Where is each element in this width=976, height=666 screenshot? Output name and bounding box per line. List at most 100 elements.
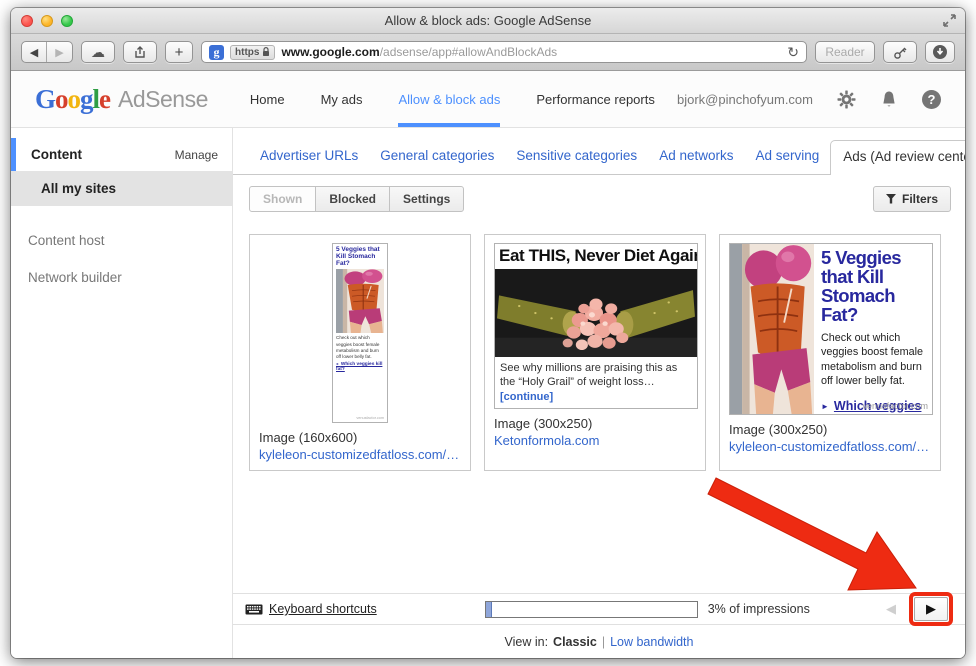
ad-text-column: 5 Veggies that Kill Stomach Fat? Check o… (814, 244, 932, 414)
blocked-toggle[interactable]: Blocked (315, 186, 390, 212)
logo-letter: e (99, 84, 110, 114)
logo-letter: o (55, 84, 68, 114)
site-favicon: g (209, 45, 224, 60)
filters-label: Filters (902, 192, 938, 206)
fullscreen-icon[interactable] (942, 13, 957, 28)
forward-button[interactable]: ▶ (47, 42, 72, 62)
new-tab-button[interactable]: + (165, 41, 193, 63)
ad-destination-link[interactable]: Ketonformola.com (494, 433, 696, 448)
ad-title: 5 Veggies that Kill Stomach Fat? (821, 249, 925, 324)
back-button[interactable]: ◀ (22, 42, 47, 62)
tab-ads-ad-review-center[interactable]: Ads (Ad review center) (830, 140, 965, 175)
tab-bar: Advertiser URLs General categories Sensi… (233, 128, 965, 175)
adsense-brand[interactable]: Google AdSense (35, 71, 208, 127)
logo-letter: g (80, 84, 93, 114)
url-domain: www.google.com (281, 45, 379, 59)
ad-caption: Image (300x250) Ketonformola.com (494, 416, 696, 448)
https-label: https (235, 47, 259, 58)
impressions-progress-bar (485, 601, 698, 618)
address-bar[interactable]: g https www.google.com/adsense/app#allow… (201, 41, 807, 63)
share-button[interactable] (123, 41, 157, 63)
help-button[interactable]: ? (922, 90, 941, 109)
ad-destination-link[interactable]: kyleleon-customizedfatloss.com/… (729, 439, 931, 454)
tab-ad-networks[interactable]: Ad networks (648, 140, 744, 174)
view-toggle-group: Shown Blocked Settings (249, 186, 464, 212)
manage-link[interactable]: Manage (175, 148, 218, 162)
google-logo: Google (35, 84, 110, 115)
nav-allow-block-ads[interactable]: Allow & block ads (398, 71, 500, 127)
ad-creative-rectangle: Eat THIS, Never Diet Again (494, 243, 698, 409)
status-bar: Keyboard shortcuts 3% of impressions ◀ ▶ (233, 593, 965, 624)
tab-sensitive-categories[interactable]: Sensitive categories (505, 140, 648, 174)
reload-button[interactable]: ↻ (787, 44, 799, 61)
nav-home[interactable]: Home (250, 71, 285, 127)
ad-card[interactable]: 5 Veggies that Kill Stomach Fat? (249, 234, 471, 471)
ad-card[interactable]: 5 Veggies that Kill Stomach Fat? Check o… (719, 234, 941, 471)
downloads-button[interactable] (925, 41, 955, 63)
minimize-window-button[interactable] (41, 15, 53, 27)
settings-button[interactable] (837, 90, 856, 109)
url-path: /adsense/app#allowAndBlockAds (380, 45, 557, 59)
logo-letter: G (35, 84, 55, 114)
tab-ad-serving[interactable]: Ad serving (744, 140, 830, 174)
ad-caption: Image (160x600) kyleleon-customizedfatlo… (259, 430, 461, 462)
tab-general-categories[interactable]: General categories (369, 140, 505, 174)
ad-continue-link[interactable]: [continue] (500, 391, 553, 403)
footer-separator: | (602, 635, 605, 649)
browser-toolbar: ◀ ▶ ☁ + g https (11, 34, 965, 71)
gear-icon (837, 90, 856, 109)
fruit-photo-illustration (495, 269, 697, 357)
window-titlebar: Allow & block ads: Google AdSense (11, 8, 965, 34)
nav-my-ads[interactable]: My ads (321, 71, 363, 127)
adsense-header: Google AdSense Home My ads Allow & block… (11, 71, 965, 128)
sidebar-item-content-host[interactable]: Content host (11, 222, 232, 259)
help-icon: ? (922, 90, 941, 109)
lock-icon (262, 47, 270, 57)
share-icon (133, 45, 147, 59)
sidebar: Content Manage All my sites Content host… (11, 128, 233, 658)
zoom-window-button[interactable] (61, 15, 73, 27)
account-email: bjork@pinchofyum.com (677, 92, 813, 107)
keyboard-shortcuts-label: Keyboard shortcuts (269, 602, 377, 616)
ad-caption: Image (300x250) kyleleon-customizedfatlo… (729, 422, 931, 454)
torso-illustration (730, 244, 814, 414)
filters-button[interactable]: Filters (873, 186, 951, 212)
sidebar-item-network-builder[interactable]: Network builder (11, 259, 232, 296)
ad-destination-link[interactable]: kyleleon-customizedfatloss.com/… (259, 447, 461, 462)
ad-body: See why millions are praising this as th… (495, 357, 697, 408)
password-button[interactable] (883, 41, 917, 63)
ad-cards: 5 Veggies that Kill Stomach Fat? (233, 222, 965, 471)
link-bullet-icon: ► (336, 362, 339, 366)
view-footer: View in: Classic | Low bandwidth (233, 624, 965, 658)
previous-page-button[interactable]: ◀ (877, 597, 905, 621)
view-classic-label: Classic (553, 635, 597, 649)
torso-illustration (336, 269, 384, 333)
key-icon (893, 45, 908, 60)
ad-card[interactable]: Eat THIS, Never Diet Again (484, 234, 706, 471)
low-bandwidth-link[interactable]: Low bandwidth (610, 635, 693, 649)
ad-link[interactable]: ► Which veggies kill fat? (336, 362, 384, 372)
shown-toggle[interactable]: Shown (249, 186, 316, 212)
close-window-button[interactable] (21, 15, 33, 27)
screenshot-page: Allow & block ads: Google AdSense ◀ ▶ ☁ (0, 0, 976, 666)
settings-toggle[interactable]: Settings (389, 186, 464, 212)
reader-button[interactable]: Reader (815, 41, 875, 63)
https-badge: https (230, 45, 275, 60)
app-body: Content Manage All my sites Content host… (11, 128, 965, 658)
nav-performance-reports[interactable]: Performance reports (536, 71, 655, 127)
notifications-button[interactable] (880, 90, 898, 109)
browser-window: Allow & block ads: Google AdSense ◀ ▶ ☁ (11, 8, 965, 658)
keyboard-shortcuts-link[interactable]: Keyboard shortcuts (245, 602, 377, 616)
logo-letter: o (68, 84, 81, 114)
sidebar-section-label: Content (31, 147, 82, 162)
sidebar-item-all-my-sites[interactable]: All my sites (11, 171, 232, 206)
icloud-tabs-button[interactable]: ☁ (81, 41, 115, 63)
main-nav: Home My ads Allow & block ads Performanc… (250, 71, 655, 127)
download-icon (932, 44, 948, 60)
tab-advertiser-urls[interactable]: Advertiser URLs (249, 140, 369, 174)
annotation-highlight-box: ▶ (909, 592, 953, 626)
next-page-button[interactable]: ▶ (914, 597, 948, 621)
header-right: bjork@pinchofyum.com (677, 71, 941, 127)
url-text: www.google.com/adsense/app#allowAndBlock… (281, 45, 557, 59)
product-name: AdSense (118, 86, 208, 113)
